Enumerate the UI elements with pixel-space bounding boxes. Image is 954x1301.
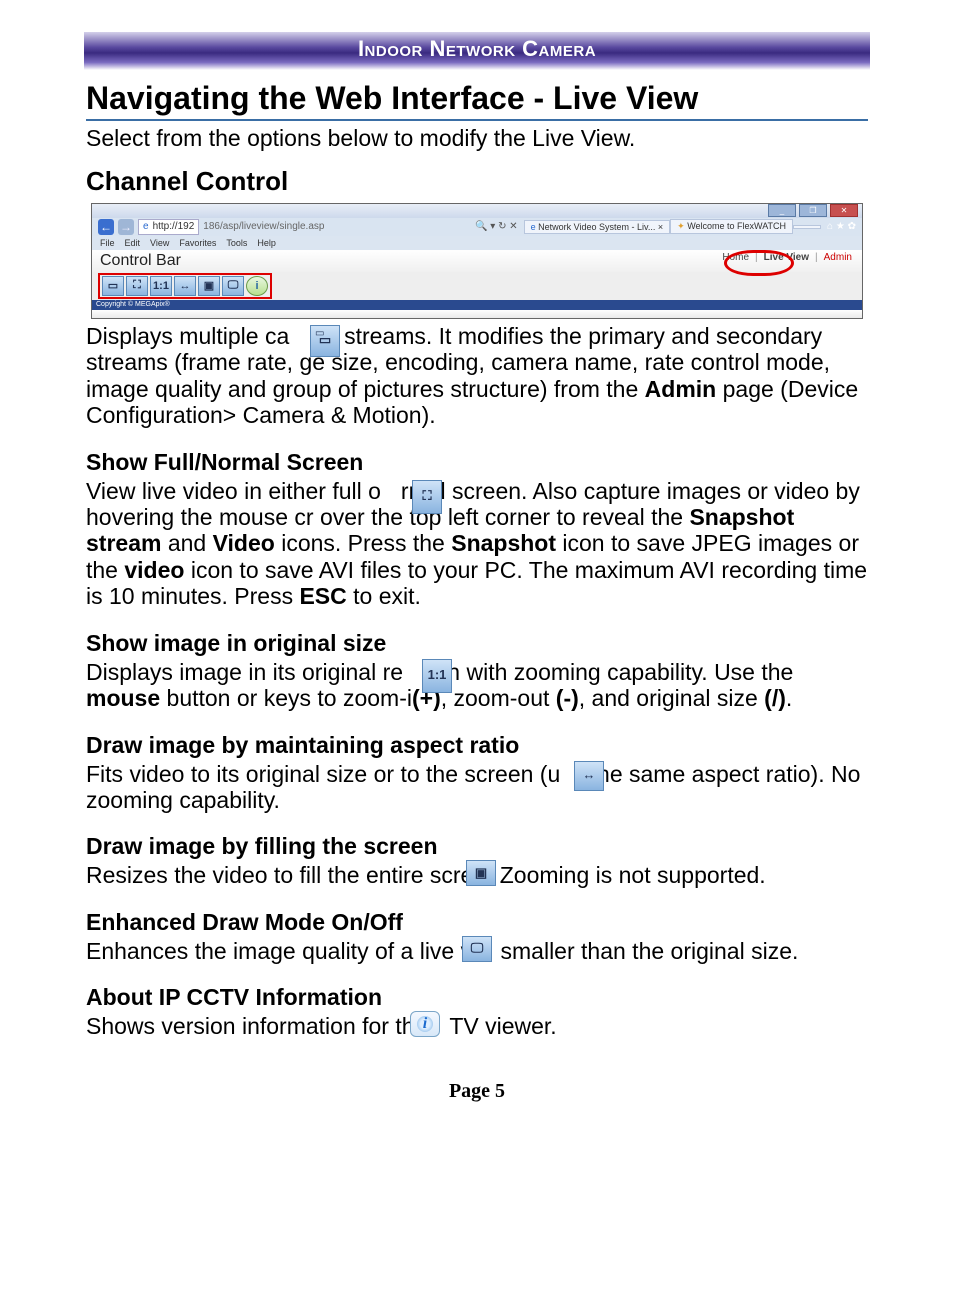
about-inline-icon bbox=[410, 1011, 440, 1037]
aspect-inline-icon bbox=[574, 761, 604, 791]
url-box[interactable]: e http://192 bbox=[138, 219, 199, 235]
control-bar-label: Control Bar bbox=[100, 252, 181, 270]
forward-button[interactable]: → bbox=[118, 219, 134, 235]
orig-size-body: Displays image in its original retion wi… bbox=[86, 659, 868, 712]
channel-control-body: Displays multiple cara streams. It modif… bbox=[86, 323, 868, 429]
window-min-button[interactable]: _ bbox=[768, 204, 796, 217]
window-max-button[interactable]: ❐ bbox=[799, 204, 827, 217]
aspect-ratio-icon[interactable]: ↔ bbox=[174, 276, 196, 296]
url-host: http://192 bbox=[153, 221, 195, 232]
channel-control-icon[interactable]: ▭ bbox=[102, 276, 124, 296]
page-number: Page 5 bbox=[86, 1080, 868, 1103]
fill-inline-icon bbox=[466, 860, 496, 886]
fill-heading: Draw image by filling the screen bbox=[86, 833, 868, 860]
orig-size-heading: Show image in original size bbox=[86, 630, 868, 657]
menu-view[interactable]: View bbox=[150, 238, 169, 248]
toolbar-row: ▭ ⛶ 1:1 ↔ ▣ 🖵 i bbox=[92, 272, 862, 300]
search-refresh-icons[interactable]: 🔍 ▾ ↻ ✕ bbox=[475, 221, 518, 232]
about-heading: About IP CCTV Information bbox=[86, 984, 868, 1011]
screenshot-blank-area bbox=[92, 310, 862, 318]
aspect-body: Fits video to its original size or to th… bbox=[86, 761, 868, 814]
fill-screen-icon[interactable]: ▣ bbox=[198, 276, 220, 296]
fullscreen-icon[interactable]: ⛶ bbox=[126, 276, 148, 296]
browser-menu: File Edit View Favorites Tools Help bbox=[92, 236, 862, 250]
title-rule bbox=[86, 119, 868, 121]
url-path: 186/asp/liveview/single.asp bbox=[203, 221, 324, 232]
original-size-inline-icon bbox=[422, 659, 452, 693]
control-bar-highlight-box: ▭ ⛶ 1:1 ↔ ▣ 🖵 i bbox=[98, 273, 272, 299]
titlebar-icons[interactable]: ⌂ ★ ✿ bbox=[827, 221, 856, 232]
browser-tab-1[interactable]: e Network Video System - Liv... × bbox=[524, 220, 670, 234]
menu-tools[interactable]: Tools bbox=[226, 238, 247, 248]
screenshot-footer: Copyright © MEGApix® bbox=[92, 300, 862, 310]
address-bar: ← → e http://192 186/asp/liveview/single… bbox=[92, 218, 862, 236]
enhanced-body: Enhances the image quality of a live v s… bbox=[86, 938, 868, 964]
fill-body: Resizes the video to fill the entire scr… bbox=[86, 862, 868, 888]
new-tab-button[interactable] bbox=[793, 225, 821, 229]
page-title: Navigating the Web Interface - Live View bbox=[86, 80, 868, 117]
menu-file[interactable]: File bbox=[100, 238, 115, 248]
window-titlebar: _ ❐ ✕ bbox=[92, 204, 862, 218]
doc-banner: Indoor Network Camera bbox=[84, 32, 870, 70]
menu-edit[interactable]: Edit bbox=[125, 238, 141, 248]
menu-favorites[interactable]: Favorites bbox=[179, 238, 216, 248]
ie-icon: e bbox=[143, 221, 149, 232]
browser-tab-2[interactable]: ✦ Welcome to FlexWATCH bbox=[670, 219, 793, 234]
window-close-button[interactable]: ✕ bbox=[830, 204, 858, 217]
about-body: Shows version information for theTV view… bbox=[86, 1013, 868, 1039]
control-bar-row: Control Bar Home | Live View | Admin bbox=[92, 250, 862, 272]
about-icon[interactable]: i bbox=[246, 276, 268, 296]
channel-stream-icon bbox=[310, 325, 340, 357]
back-button[interactable]: ← bbox=[98, 219, 114, 235]
browser-screenshot: _ ❐ ✕ ← → e http://192 186/asp/liveview/… bbox=[91, 203, 863, 319]
aspect-heading: Draw image by maintaining aspect ratio bbox=[86, 732, 868, 759]
enhanced-inline-icon bbox=[462, 936, 492, 962]
full-normal-heading: Show Full/Normal Screen bbox=[86, 449, 868, 476]
menu-help[interactable]: Help bbox=[257, 238, 276, 248]
page-nav: Home | Live View | Admin bbox=[722, 252, 852, 263]
nav-admin[interactable]: Admin bbox=[824, 252, 852, 263]
original-size-icon[interactable]: 1:1 bbox=[150, 276, 172, 296]
enhanced-heading: Enhanced Draw Mode On/Off bbox=[86, 909, 868, 936]
full-normal-body: View live video in either full ormal scr… bbox=[86, 478, 868, 610]
fullscreen-inline-icon bbox=[412, 480, 442, 514]
intro-text: Select from the options below to modify … bbox=[86, 125, 868, 152]
nav-live-view[interactable]: Live View bbox=[764, 252, 809, 263]
enhanced-draw-icon[interactable]: 🖵 bbox=[222, 276, 244, 296]
nav-home[interactable]: Home bbox=[722, 252, 749, 263]
channel-control-heading: Channel Control bbox=[86, 166, 868, 197]
